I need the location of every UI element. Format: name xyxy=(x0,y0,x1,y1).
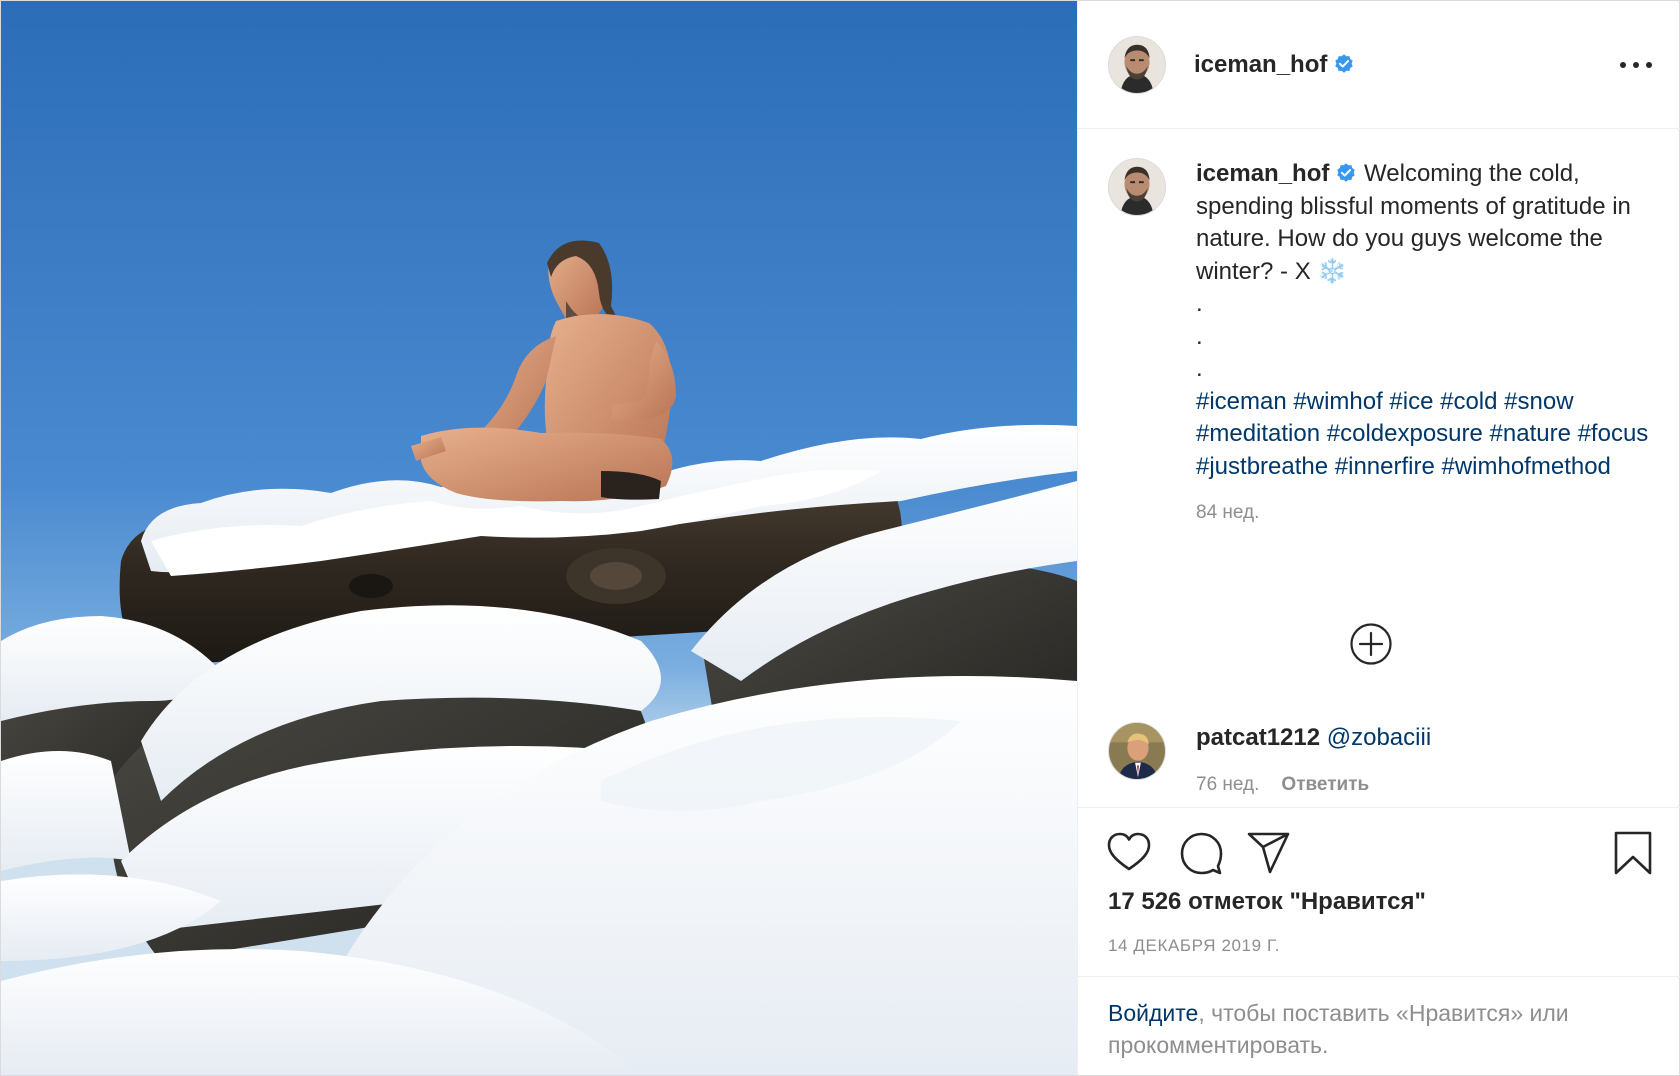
like-button[interactable] xyxy=(1106,830,1152,876)
more-dot xyxy=(1620,61,1626,68)
comment-body: patcat1212 @zobaciii 76 нед. Ответить xyxy=(1196,722,1656,801)
heart-icon xyxy=(1107,832,1151,871)
verified-badge-icon xyxy=(1335,53,1354,73)
caption-age: 84 нед. xyxy=(1196,502,1260,523)
post-container: iceman_hof iceman_hof Welcoming the cold… xyxy=(0,0,1680,1076)
comment-button[interactable] xyxy=(1178,830,1224,876)
post-header: iceman_hof xyxy=(1078,1,1680,129)
login-prompt: Войдите, чтобы поставить «Нравится» или … xyxy=(1078,976,1680,1076)
caption-username[interactable]: iceman_hof xyxy=(1196,160,1329,187)
reply-button[interactable]: Ответить xyxy=(1281,774,1369,795)
login-link[interactable]: Войдите xyxy=(1108,1000,1198,1026)
avatar-image xyxy=(1109,159,1165,215)
post-actions: 17 526 отметок "Нравится" 14 ДЕКАБРЯ 201… xyxy=(1078,807,1680,1075)
photo-scene xyxy=(1,1,1077,1075)
action-icons-row xyxy=(1106,830,1656,876)
commenter-avatar[interactable] xyxy=(1108,722,1166,780)
author-username[interactable]: iceman_hof xyxy=(1194,51,1355,79)
post-photo[interactable] xyxy=(1,1,1077,1075)
caption-body: iceman_hof Welcoming the cold, spending … xyxy=(1196,158,1656,530)
comment-meta: 76 нед. Ответить xyxy=(1196,769,1656,802)
avatar-image xyxy=(1109,36,1165,93)
post-side-panel: iceman_hof iceman_hof Welcoming the cold… xyxy=(1077,1,1680,1075)
likes-count[interactable]: 17 526 отметок "Нравится" xyxy=(1108,888,1426,916)
caption-author-avatar[interactable] xyxy=(1108,158,1166,216)
share-button[interactable] xyxy=(1246,830,1292,876)
verified-badge-icon xyxy=(1337,163,1356,182)
author-avatar[interactable] xyxy=(1108,35,1166,94)
comment-age: 76 нед. xyxy=(1196,773,1260,795)
commenter-username[interactable]: patcat1212 xyxy=(1196,724,1320,751)
paper-plane-icon xyxy=(1247,832,1290,874)
comments-area[interactable]: iceman_hof Welcoming the cold, spending … xyxy=(1078,130,1680,806)
author-username-text[interactable]: iceman_hof xyxy=(1194,51,1327,78)
comment-mention[interactable]: @zobaciii xyxy=(1327,724,1431,751)
post-date[interactable]: 14 ДЕКАБРЯ 2019 Г. xyxy=(1108,936,1280,956)
bookmark-icon xyxy=(1614,831,1652,875)
caption-hashtags[interactable]: #iceman #wimhof #ice #cold #snow #medita… xyxy=(1196,386,1656,484)
caption-text: Welcoming the cold, spending blissful mo… xyxy=(1196,160,1631,382)
avatar-image xyxy=(1109,723,1165,779)
more-dot xyxy=(1646,61,1652,68)
plus-circle-icon[interactable] xyxy=(1349,622,1393,666)
more-dot xyxy=(1633,61,1639,68)
comment-icon xyxy=(1180,832,1223,875)
more-options-icon[interactable] xyxy=(1620,55,1652,75)
save-button[interactable] xyxy=(1610,830,1656,876)
